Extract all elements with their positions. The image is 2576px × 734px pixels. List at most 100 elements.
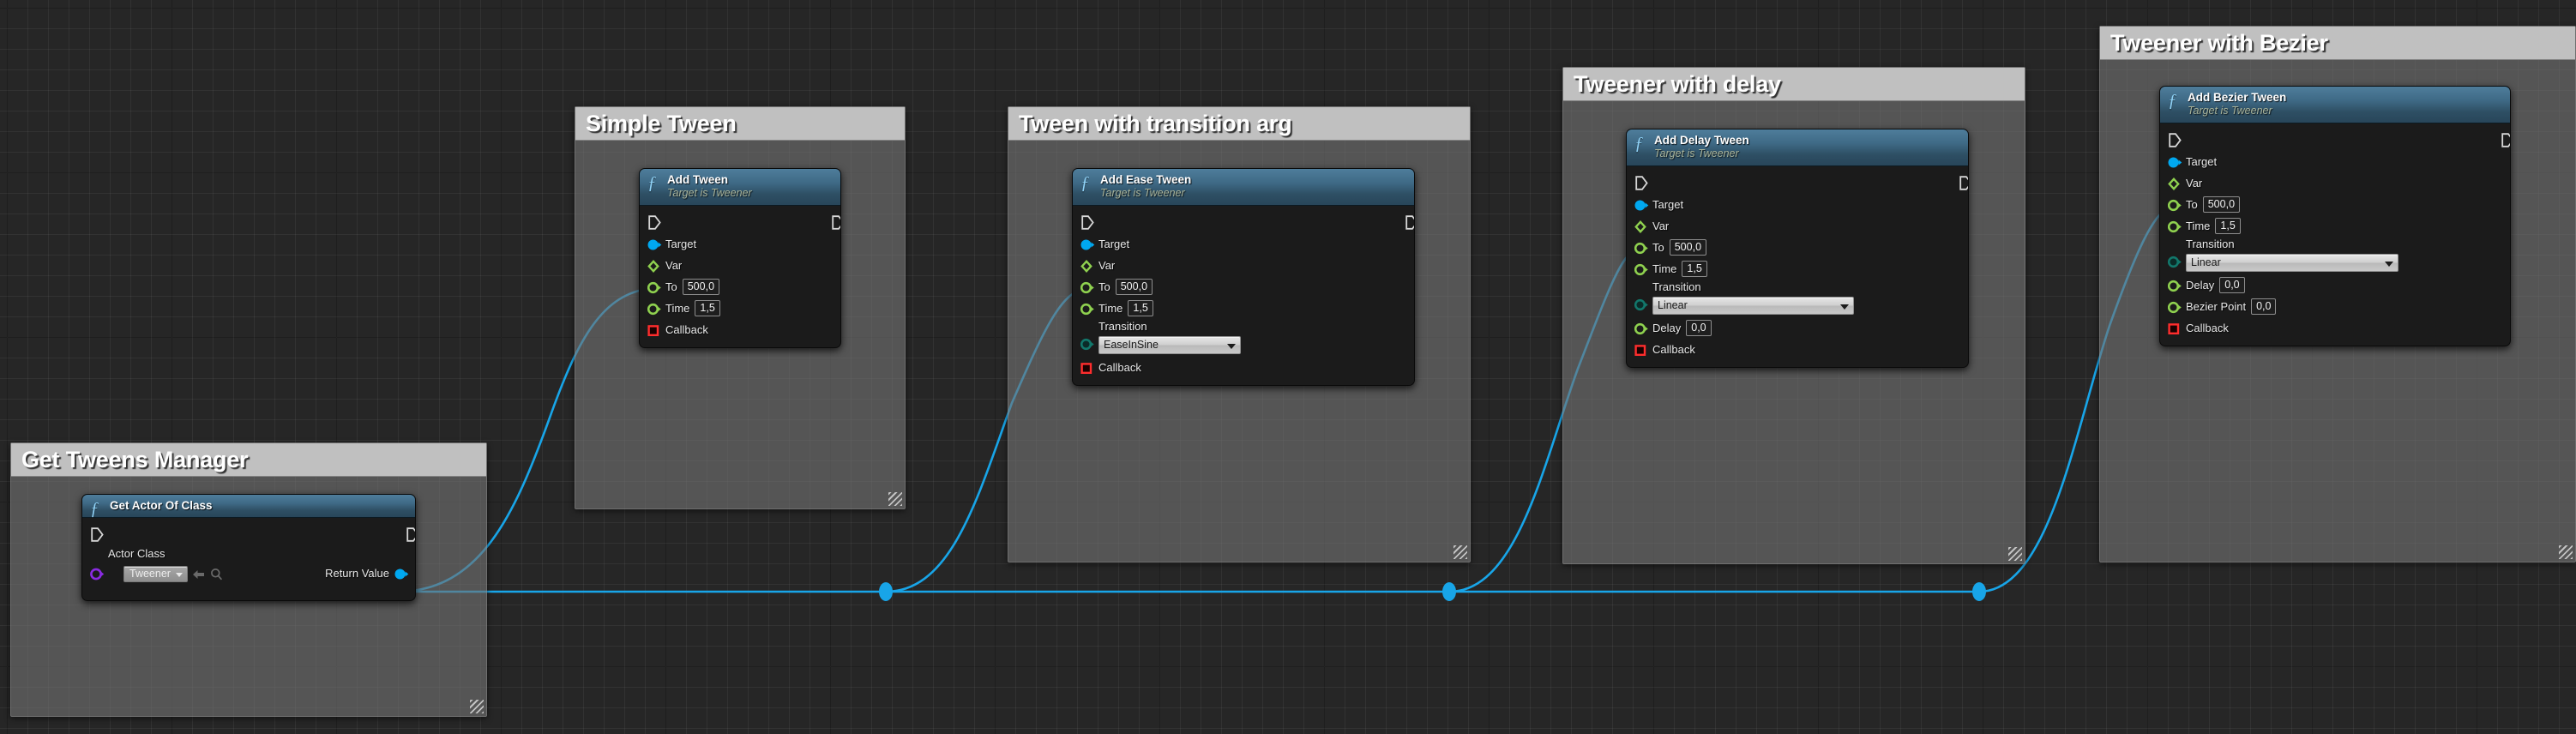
to-value-input[interactable]: 500,0	[1669, 239, 1707, 256]
node-title: Add Ease Tween	[1100, 173, 1192, 186]
class-pin-icon[interactable]	[90, 568, 105, 581]
transition-dropdown[interactable]: EaseInSine	[1098, 336, 1241, 354]
to-value-input[interactable]: 500,0	[682, 279, 720, 295]
float-pin-icon[interactable]	[2168, 199, 2182, 211]
pin-label-time: Time	[665, 302, 690, 315]
object-pin-icon[interactable]	[1634, 199, 1649, 211]
pin-row-target: Target	[1073, 233, 1414, 255]
transition-value: Linear	[1658, 299, 1688, 311]
pin-row-delay: Delay 0,0	[1627, 317, 1968, 339]
exec-row	[2160, 129, 2510, 151]
transition-dropdown[interactable]: Linear	[1652, 297, 1854, 315]
pin-label-to: To	[665, 280, 677, 293]
function-icon: ƒ	[2168, 90, 2177, 111]
delay-value-input[interactable]: 0,0	[2219, 277, 2245, 293]
delegate-pin-icon[interactable]	[2168, 322, 2182, 334]
delegate-pin-icon[interactable]	[1634, 344, 1648, 356]
float-pin-icon[interactable]	[647, 303, 661, 315]
float-pin-icon[interactable]	[2168, 301, 2182, 313]
pin-label-actor-class: Actor Class	[108, 547, 166, 560]
pin-row-callback: Callback	[1627, 339, 1968, 360]
float-pin-icon[interactable]	[1634, 322, 1648, 334]
wildcard-pin-icon[interactable]	[647, 259, 661, 273]
enum-pin-icon[interactable]	[1080, 338, 1094, 351]
comment-title[interactable]: Get Tweens Manager	[11, 443, 486, 477]
comment-title[interactable]: Simple Tween	[575, 107, 905, 141]
object-pin-icon[interactable]	[1080, 238, 1095, 250]
resize-handle-icon[interactable]	[1454, 545, 1467, 559]
pin-label-transition: Transition	[2186, 238, 2235, 250]
transition-dropdown[interactable]: Linear	[2186, 254, 2398, 272]
float-pin-icon[interactable]	[1080, 281, 1094, 293]
pin-label-transition: Transition	[1098, 320, 1147, 333]
wildcard-pin-icon[interactable]	[1080, 259, 1094, 273]
float-pin-icon[interactable]	[1634, 242, 1648, 254]
object-pin-icon[interactable]	[2168, 156, 2182, 168]
resize-handle-icon[interactable]	[2008, 547, 2022, 561]
use-selected-asset-icon[interactable]	[191, 569, 206, 581]
pin-label-var: Var	[665, 259, 683, 272]
enum-pin-icon[interactable]	[2168, 256, 2182, 268]
to-value-input[interactable]: 500,0	[2202, 196, 2241, 213]
node-add-bezier-tween[interactable]: ƒ Add Bezier Tween Target is Tweener Tar…	[2159, 86, 2511, 346]
float-pin-icon[interactable]	[2168, 280, 2182, 292]
node-subtitle: Target is Tweener	[667, 187, 752, 199]
pin-row-target: Target	[640, 233, 840, 255]
time-value-input[interactable]: 1,5	[2215, 218, 2241, 234]
node-subtitle: Target is Tweener	[1100, 187, 1185, 199]
node-header[interactable]: ƒ Add Tween Target is Tweener	[640, 169, 840, 206]
float-pin-icon[interactable]	[2168, 220, 2182, 232]
comment-title[interactable]: Tweener with Bezier	[2100, 27, 2575, 60]
node-header[interactable]: ƒ Add Delay Tween Target is Tweener	[1627, 129, 1968, 166]
node-add-ease-tween[interactable]: ƒ Add Ease Tween Target is Tweener Targe…	[1072, 168, 1415, 386]
comment-title[interactable]: Tween with transition arg	[1008, 107, 1470, 141]
pin-row-delay: Delay 0,0	[2160, 274, 2510, 296]
pin-label-callback: Callback	[665, 323, 708, 336]
wildcard-pin-icon[interactable]	[2168, 177, 2182, 190]
wildcard-pin-icon[interactable]	[1634, 220, 1648, 233]
resize-handle-icon[interactable]	[470, 700, 484, 713]
pin-row-time: Time 1,5	[640, 298, 840, 319]
resize-handle-icon[interactable]	[2559, 545, 2573, 559]
exec-row	[1627, 171, 1968, 194]
node-title: Add Delay Tween	[1654, 134, 1749, 147]
node-body: Actor Class Tweener Return Value	[82, 518, 415, 600]
node-header[interactable]: ƒ Get Actor Of Class	[82, 495, 415, 519]
object-pin-icon[interactable]	[647, 238, 662, 250]
bezier-point-value-input[interactable]: 0,0	[2251, 298, 2277, 315]
time-value-input[interactable]: 1,5	[1682, 261, 1707, 277]
resize-handle-icon[interactable]	[888, 492, 902, 506]
to-value-input[interactable]: 500,0	[1115, 279, 1153, 295]
node-header[interactable]: ƒ Add Ease Tween Target is Tweener	[1073, 169, 1414, 206]
float-pin-icon[interactable]	[647, 281, 661, 293]
blueprint-graph-canvas[interactable]: Get Tweens Manager Simple Tween Tween wi…	[0, 0, 2576, 734]
chevron-down-icon	[1227, 343, 1236, 349]
node-header[interactable]: ƒ Add Bezier Tween Target is Tweener	[2160, 87, 2510, 123]
float-pin-icon[interactable]	[1080, 303, 1094, 315]
delegate-pin-icon[interactable]	[1080, 362, 1094, 374]
pin-label-delay: Delay	[1652, 322, 1682, 334]
comment-title[interactable]: Tweener with delay	[1563, 68, 2025, 101]
object-pin-icon[interactable]	[394, 568, 409, 580]
node-body: Target Var To 500,0 Time 1,5	[640, 206, 840, 347]
node-subtitle: Target is Tweener	[2188, 105, 2272, 117]
node-add-delay-tween[interactable]: ƒ Add Delay Tween Target is Tweener Targ…	[1626, 129, 1969, 368]
time-value-input[interactable]: 1,5	[695, 300, 720, 316]
pin-row-transition: Transition Linear	[2160, 237, 2510, 274]
pin-row-time: Time 1,5	[1627, 258, 1968, 280]
browse-asset-icon[interactable]	[210, 568, 223, 581]
pin-row-to: To 500,0	[640, 276, 840, 298]
node-get-actor-of-class[interactable]: ƒ Get Actor Of Class Actor Class Tweener…	[81, 494, 416, 601]
float-pin-icon[interactable]	[1634, 263, 1648, 275]
pin-row-transition: Transition EaseInSine	[1073, 319, 1414, 357]
node-add-tween[interactable]: ƒ Add Tween Target is Tweener Target Var…	[639, 168, 841, 348]
delegate-pin-icon[interactable]	[647, 324, 661, 336]
time-value-input[interactable]: 1,5	[1128, 300, 1153, 316]
actor-class-dropdown[interactable]: Tweener	[123, 566, 188, 582]
pin-label-to: To	[1098, 280, 1110, 293]
delay-value-input[interactable]: 0,0	[1686, 320, 1712, 336]
pin-row-callback: Callback	[640, 319, 840, 340]
pin-label-delay: Delay	[2186, 279, 2215, 292]
enum-pin-icon[interactable]	[1634, 298, 1648, 311]
pin-row-var: Var	[1073, 255, 1414, 276]
